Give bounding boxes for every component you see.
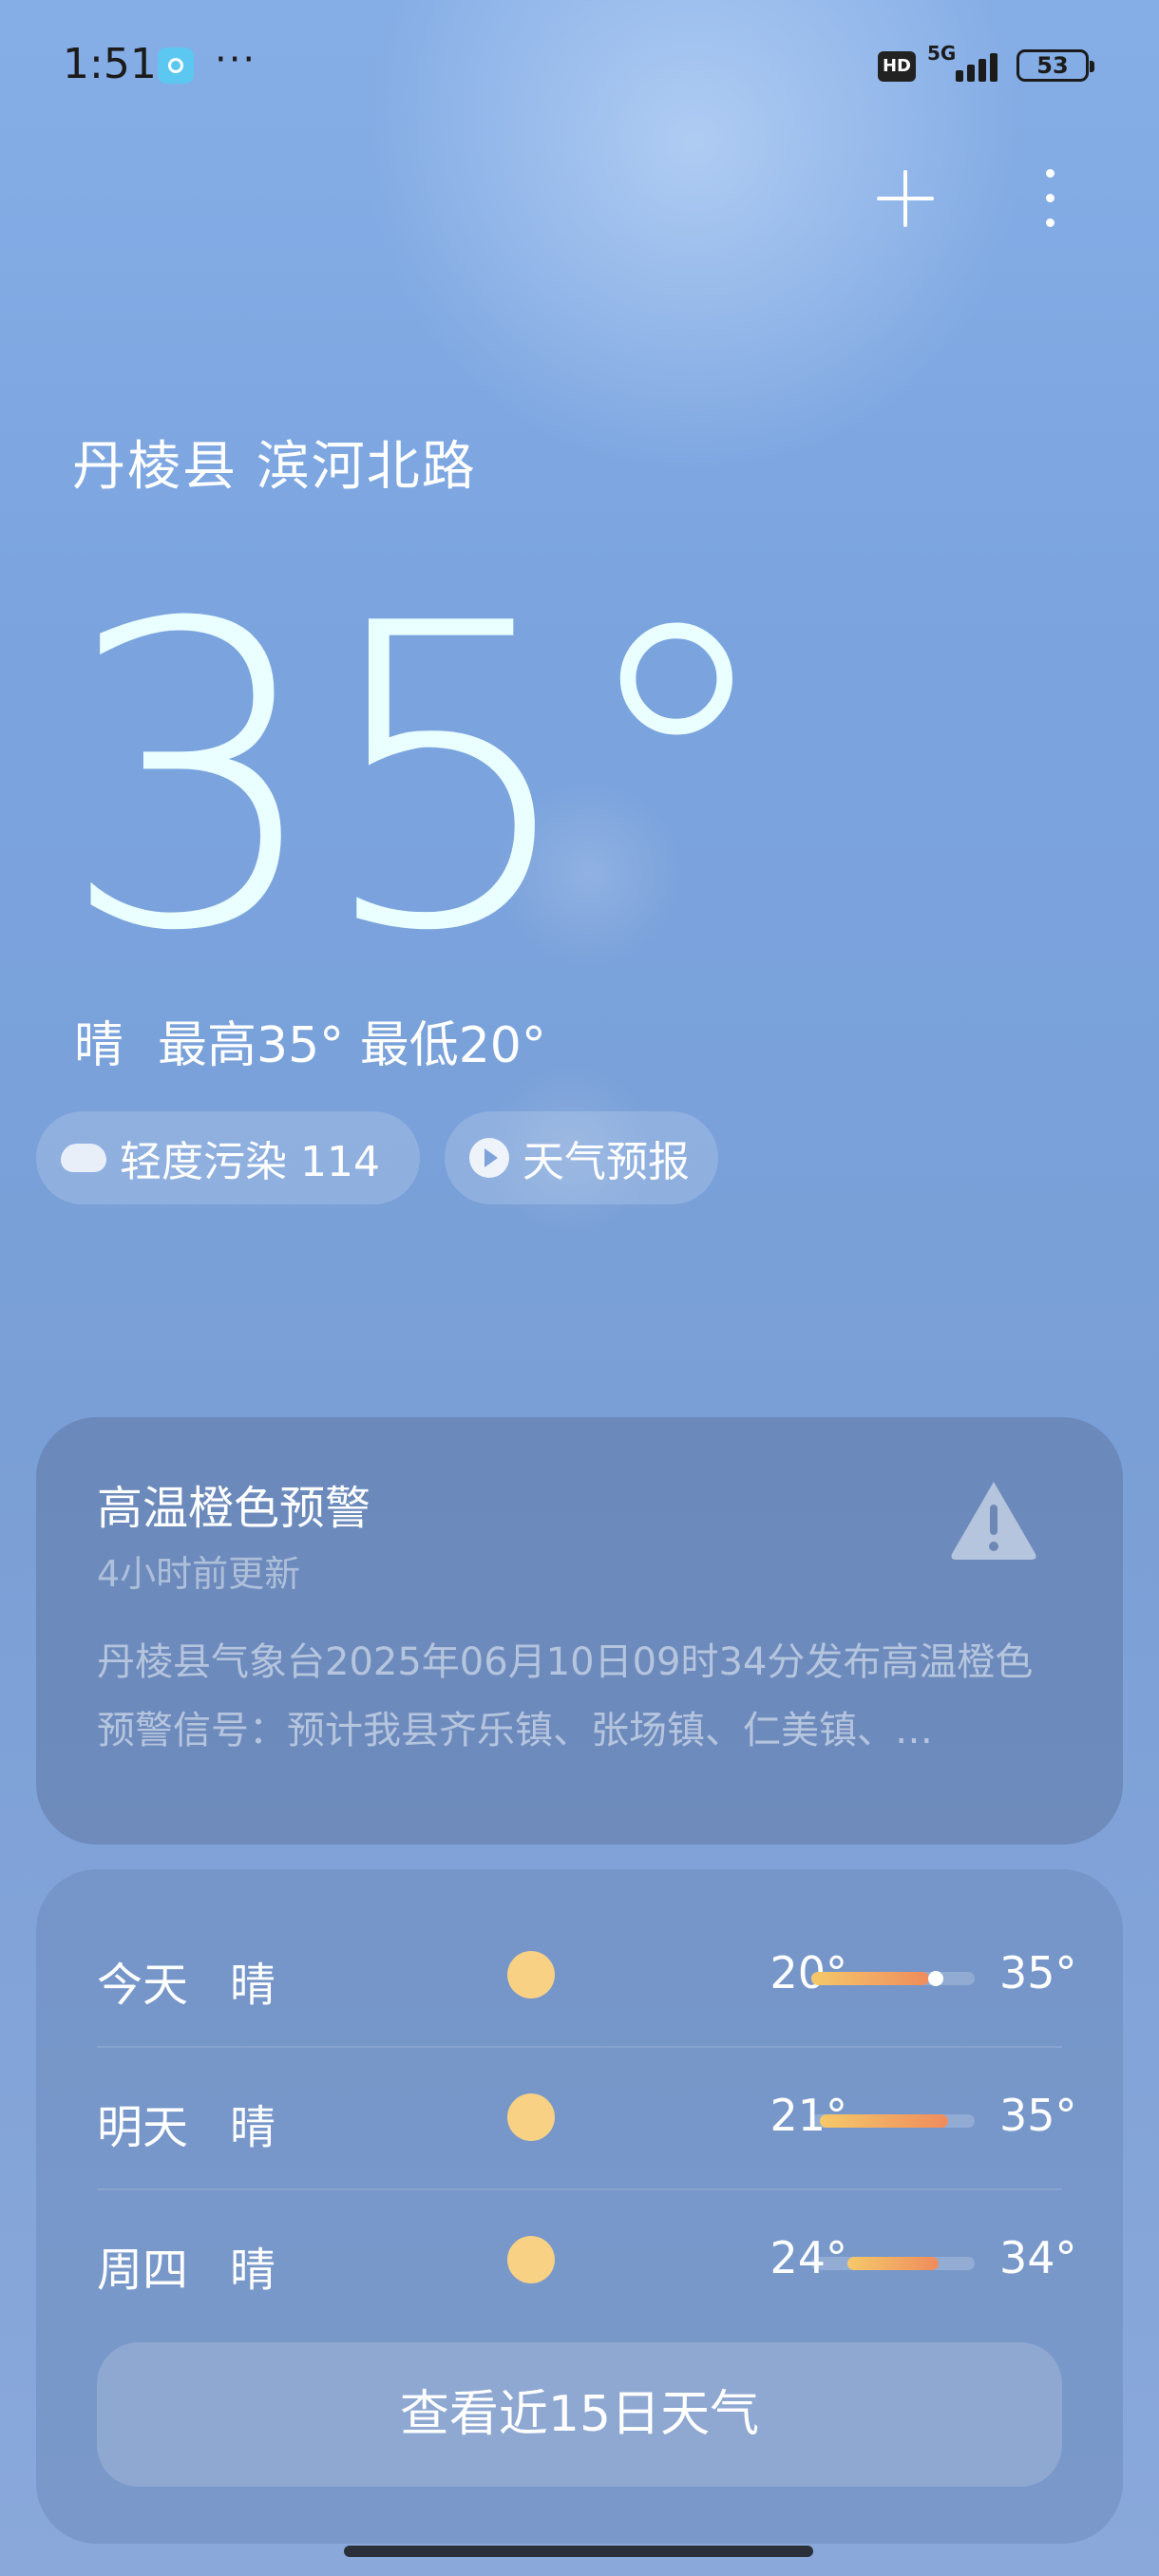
forecast-chip-label: 天气预报 [522, 1138, 690, 1186]
current-temperature: 35° [59, 536, 781, 1022]
sun-icon [507, 2236, 555, 2283]
signal-bar [990, 53, 998, 82]
temp-range-track [811, 2257, 975, 2270]
status-bar: 1:51 ··· HD 5G 53 [0, 0, 1159, 133]
signal-icon: 5G [927, 42, 1001, 85]
alert-body: 丹棱县气象台2025年06月10日09时34分发布高温橙色预警信号：预计我县齐乐… [97, 1640, 1034, 1752]
forecast-condition: 晴 [230, 1959, 276, 2012]
forecast-row[interactable]: 周四晴 24° 34° [97, 2188, 1077, 2331]
view-15-day-button[interactable]: 查看近15日天气 [97, 2342, 1062, 2487]
weather-forecast-chip[interactable]: 天气预报 [445, 1111, 718, 1204]
signal-bar [978, 59, 986, 82]
weather-alert-card[interactable]: 高温橙色预警 4小时前更新 丹棱县气象台2025年06月10日09时34分发布高… [36, 1417, 1123, 1845]
temp-range-fill [811, 1972, 929, 1985]
forecast-day: 今天 [97, 1959, 189, 2012]
warning-icon [951, 1482, 1036, 1560]
play-icon [469, 1138, 509, 1178]
status-time: 1:51 [63, 40, 157, 88]
alert-title: 高温橙色预警 [97, 1482, 371, 1535]
weather-summary: 晴最高35° 最低20° [74, 1005, 546, 1076]
forecast-day: 明天 [97, 2101, 189, 2154]
more-vertical-icon [1046, 169, 1054, 178]
battery-icon: 53 [1016, 49, 1094, 82]
temp-range-fill [819, 2114, 949, 2128]
sun-icon [507, 1951, 555, 1998]
more-menu-button[interactable] [1036, 165, 1064, 230]
hd-icon: HD [878, 51, 916, 82]
forecast-high: 35° [999, 2090, 1077, 2141]
forecast-condition: 晴 [230, 2101, 276, 2154]
aqi-label: 轻度污染 114 [120, 1138, 380, 1186]
more-vertical-icon [1046, 218, 1054, 227]
sun-icon [507, 2093, 555, 2141]
current-temp-marker [927, 1971, 943, 1986]
more-vertical-icon [1046, 194, 1054, 202]
temp-range-track [811, 1971, 975, 1986]
row-divider [97, 2046, 1062, 2048]
network-type: 5G [927, 42, 957, 65]
signal-bar [956, 70, 963, 82]
more-notifications-icon: ··· [215, 38, 257, 82]
forecast-day: 周四 [97, 2244, 189, 2297]
temp-range-fill [846, 2257, 940, 2270]
current-condition: 晴 [74, 1017, 124, 1074]
add-city-button[interactable] [874, 167, 937, 230]
high-low: 最高35° 最低20° [158, 1017, 546, 1074]
forecast-high: 34° [999, 2232, 1077, 2283]
alert-updated-time: 4小时前更新 [97, 1553, 301, 1595]
mask-icon [61, 1144, 106, 1172]
location-title[interactable]: 丹棱县 滨河北路 [72, 424, 477, 501]
signal-bar [967, 65, 975, 82]
forecast-high: 35° [999, 1947, 1077, 1998]
home-indicator[interactable] [344, 2546, 813, 2557]
row-divider [97, 2188, 1062, 2190]
forecast-row[interactable]: 今天晴 20° 35° [97, 1904, 1077, 2046]
temp-range-track [811, 2114, 975, 2128]
daily-forecast-card: 今天晴 20° 35° 明天晴 21° 35° 周四晴 24° 34° 查看近15日天气 [36, 1869, 1123, 2544]
forecast-condition: 晴 [230, 2244, 276, 2297]
forecast-row[interactable]: 明天晴 21° 35° [97, 2046, 1077, 2188]
app-notification-icon [158, 47, 194, 84]
air-quality-chip[interactable]: 轻度污染 114 [36, 1111, 420, 1204]
